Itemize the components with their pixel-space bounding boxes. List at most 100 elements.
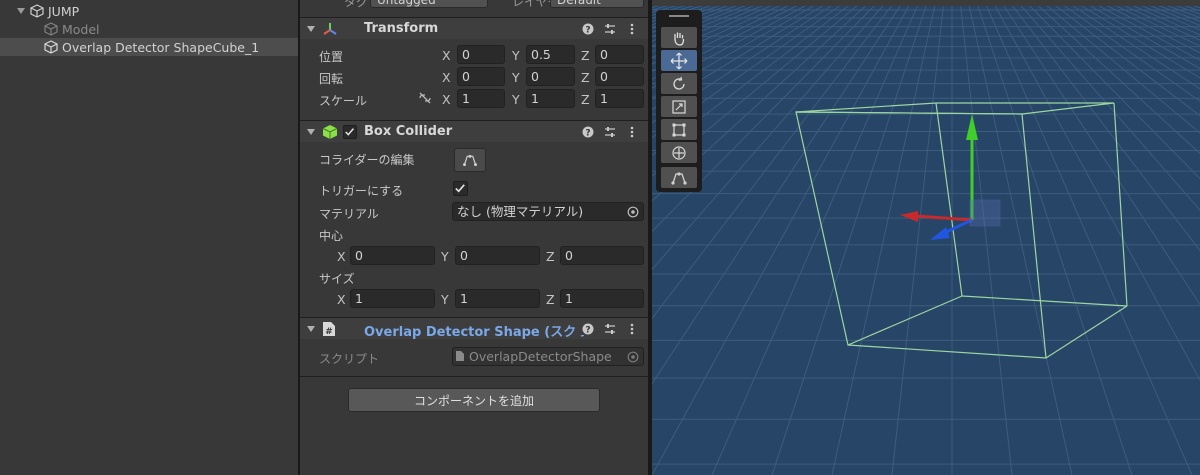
grid-line [831, 0, 937, 475]
gizmo-plane-handle[interactable] [969, 199, 1001, 227]
grid-line [1095, 0, 1200, 54]
rotation-y-field[interactable]: 0 [526, 67, 575, 86]
transform-tool-button[interactable] [661, 142, 697, 163]
grid-line [1159, 0, 1200, 15]
layer-dropdown[interactable]: Default [550, 0, 644, 8]
material-field[interactable]: なし (物理マテリアル) [452, 202, 644, 221]
collapse-arrow-icon[interactable] [306, 127, 316, 137]
hierarchy-item-overlap-detector[interactable]: Overlap Detector ShapeCube_1 [0, 38, 298, 56]
grid-line [975, 0, 1133, 475]
grid-line [991, 0, 1200, 382]
link-unlinked-icon[interactable] [418, 92, 432, 104]
collapse-arrow-icon[interactable] [306, 324, 316, 334]
gizmo-x-axis[interactable] [915, 214, 973, 222]
edit-collider-button[interactable] [454, 148, 486, 172]
expand-arrow-icon[interactable] [16, 6, 26, 16]
grid-line [1103, 0, 1200, 47]
add-component-button[interactable]: コンポーネントを追加 [348, 388, 600, 412]
scale-x-field[interactable]: 1 [457, 89, 505, 108]
drag-handle-icon[interactable] [669, 15, 689, 17]
position-y-field[interactable]: 0.5 [526, 45, 575, 64]
grid-line [1183, 0, 1200, 6]
position-z-field[interactable]: 0 [595, 45, 644, 64]
axis-y-label: Y [441, 249, 449, 264]
hierarchy-item-label: Overlap Detector ShapeCube_1 [62, 39, 260, 55]
rotate-icon [673, 76, 685, 90]
collapse-arrow-icon[interactable] [306, 24, 316, 34]
size-label: サイズ [319, 272, 355, 286]
more-options-icon[interactable] [626, 126, 638, 138]
help-icon[interactable]: ? [582, 126, 594, 138]
transform-icon [323, 23, 337, 35]
axis-x-label: X [337, 249, 346, 264]
rotate-tool-button[interactable] [661, 73, 697, 94]
grid-line [1007, 0, 1200, 252]
center-z-field[interactable]: 0 [560, 246, 644, 265]
grid-line [1143, 0, 1200, 22]
transform-all-icon [672, 145, 686, 160]
separator [300, 376, 648, 377]
object-picker-icon[interactable] [627, 206, 639, 218]
edit-collider-tool-button[interactable] [661, 167, 697, 188]
script-field: OverlapDetectorShape [452, 347, 644, 366]
rect-tool-button[interactable] [661, 119, 697, 140]
rotation-x-field[interactable]: 0 [457, 67, 505, 86]
hierarchy-item-jump[interactable]: JUMP [0, 2, 298, 20]
size-y-field[interactable]: 1 [455, 289, 540, 308]
axis-y-label: Y [441, 292, 449, 307]
position-x-field[interactable]: 0 [457, 45, 505, 64]
object-picker-icon [627, 351, 639, 363]
transform-header[interactable]: Transform ? [300, 17, 648, 39]
more-options-icon[interactable] [626, 323, 638, 335]
size-z-field[interactable]: 1 [560, 289, 644, 308]
grid-line [1191, 0, 1200, 3]
move-tool-button[interactable] [661, 50, 697, 71]
tag-dropdown[interactable]: Untagged [370, 0, 488, 8]
help-icon[interactable]: ? [582, 323, 594, 335]
help-icon[interactable]: ? [582, 23, 594, 35]
script-file-icon [456, 351, 464, 361]
grid-line [967, 0, 1073, 475]
gizmo-z-axis[interactable] [943, 218, 973, 235]
enabled-checkbox[interactable] [343, 125, 357, 139]
gameobject-icon [44, 40, 58, 54]
preset-icon[interactable] [604, 23, 616, 35]
hierarchy-item-model[interactable]: Model [0, 20, 298, 38]
grid-line [1055, 0, 1200, 102]
is-trigger-checkbox[interactable] [453, 181, 468, 196]
rotation-label: 回転 [319, 72, 344, 86]
scene-view[interactable] [652, 0, 1200, 475]
gizmo-z-arrow-icon[interactable] [930, 227, 950, 240]
preset-icon[interactable] [604, 126, 616, 138]
more-options-icon[interactable] [626, 23, 638, 35]
rotation-z-field[interactable]: 0 [595, 67, 644, 86]
scale-tool-button[interactable] [661, 96, 697, 117]
svg-text:?: ? [585, 26, 590, 36]
position-label: 位置 [319, 50, 344, 64]
hand-tool-button[interactable] [661, 27, 697, 48]
axis-z-label: Z [581, 48, 590, 63]
gizmo-x-arrow-icon[interactable] [900, 211, 918, 222]
grid-line [1087, 0, 1200, 61]
center-y-field[interactable]: 0 [455, 246, 540, 265]
grid-line [999, 0, 1200, 306]
preset-icon[interactable] [604, 323, 616, 335]
tag-label: タグ [344, 0, 369, 9]
move-gizmo[interactable] [900, 114, 1001, 240]
edit-collider-label: コライダーの編集 [319, 153, 415, 167]
grid-line [1151, 0, 1200, 19]
script-component-header[interactable]: # Overlap Detector Shape (スクリプト) ? [300, 317, 648, 340]
inspector-panel: タグ Untagged レイヤー Default Transform ? 位置 … [300, 0, 648, 475]
scene-grid [652, 0, 1200, 475]
gizmo-y-arrow-icon[interactable] [966, 114, 978, 140]
transform-header-icons: ? [582, 23, 638, 35]
center-x-field[interactable]: 0 [350, 246, 435, 265]
script-value: OverlapDetectorShape [469, 349, 612, 364]
axis-z-label: Z [581, 70, 590, 85]
scale-y-field[interactable]: 1 [526, 89, 575, 108]
scale-z-field[interactable]: 1 [595, 89, 644, 108]
axis-z-label: Z [581, 92, 590, 107]
size-x-field[interactable]: 1 [350, 289, 435, 308]
scene-canvas[interactable] [652, 0, 1200, 475]
box-collider-header[interactable]: Box Collider ? [300, 120, 648, 142]
